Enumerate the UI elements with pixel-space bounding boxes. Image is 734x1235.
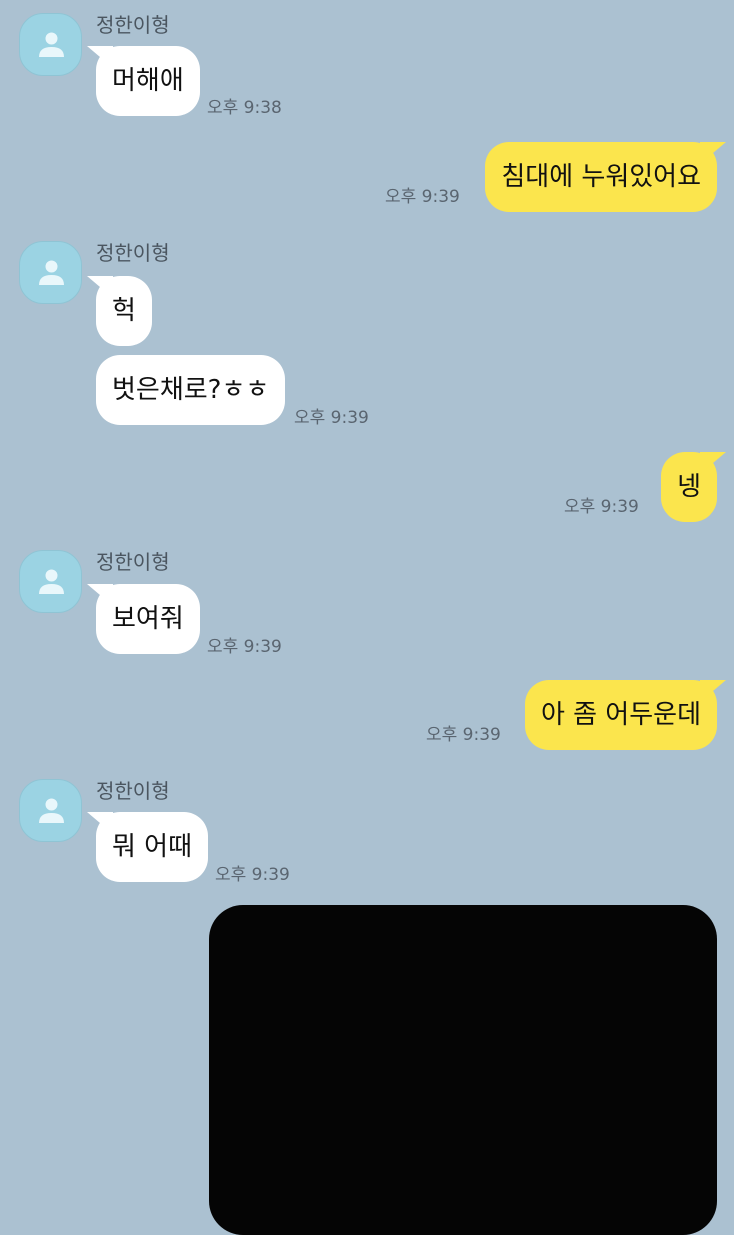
message-timestamp: 오후 9:39 <box>215 865 290 885</box>
contact-avatar[interactable] <box>19 13 82 76</box>
message-timestamp: 오후 9:39 <box>385 187 460 207</box>
contact-avatar[interactable] <box>19 550 82 613</box>
sender-name: 정한이형 <box>96 550 170 574</box>
sent-message-bubble[interactable]: 넹 <box>661 452 717 522</box>
message-timestamp: 오후 9:39 <box>426 725 501 745</box>
received-message-bubble[interactable]: 보여줘 <box>96 584 200 654</box>
default-profile-person-icon <box>39 260 64 285</box>
message-timestamp: 오후 9:39 <box>207 637 282 657</box>
received-message-bubble[interactable]: 머해애 <box>96 46 200 116</box>
sent-photo-message[interactable] <box>209 905 717 1235</box>
received-message-bubble[interactable]: 벗은채로?ㅎㅎ <box>96 355 286 425</box>
sent-message-bubble[interactable]: 아 좀 어두운데 <box>524 680 717 750</box>
message-timestamp: 오후 9:39 <box>294 408 369 428</box>
received-message-bubble[interactable]: 뭐 어때 <box>96 812 209 882</box>
sender-name: 정한이형 <box>96 779 170 803</box>
message-timestamp: 오후 9:39 <box>564 497 639 517</box>
default-profile-person-icon <box>39 798 64 823</box>
sent-message-bubble[interactable]: 침대에 누워있어요 <box>485 142 717 212</box>
sender-name: 정한이형 <box>96 13 170 37</box>
contact-avatar[interactable] <box>19 779 82 842</box>
default-profile-person-icon <box>39 569 64 594</box>
sender-name: 정한이형 <box>96 241 170 265</box>
message-timestamp: 오후 9:38 <box>207 98 282 118</box>
contact-avatar[interactable] <box>19 241 82 304</box>
default-profile-person-icon <box>39 32 64 57</box>
received-message-bubble[interactable]: 헉 <box>96 276 152 346</box>
